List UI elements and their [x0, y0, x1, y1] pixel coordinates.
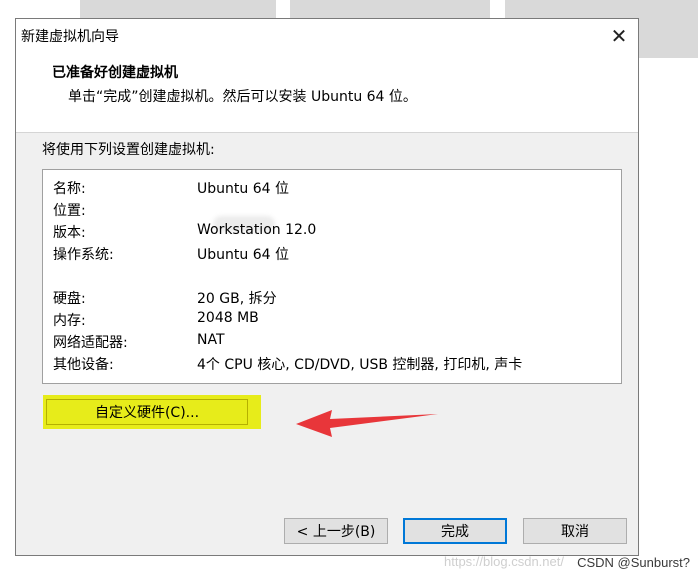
- window-title: 新建虚拟机向导: [21, 29, 119, 45]
- finish-button[interactable]: 完成: [403, 518, 507, 544]
- customize-hardware-button[interactable]: 自定义硬件(C)...: [46, 399, 248, 425]
- summary-label: 网络适配器:: [53, 335, 128, 351]
- summary-value: 20 GB, 拆分: [197, 291, 277, 307]
- background-block: [80, 0, 276, 20]
- summary-label: 位置:: [53, 203, 86, 219]
- header-subtitle: 单击“完成”创建虚拟机。然后可以安装 Ubuntu 64 位。: [68, 89, 417, 105]
- summary-value: Workstation 12.0: [197, 222, 317, 238]
- red-arrow-icon: [296, 410, 438, 437]
- summary-label: 硬盘:: [53, 291, 86, 307]
- watermark: CSDN @Sunburst?: [577, 555, 690, 570]
- summary-label: 名称:: [53, 181, 86, 197]
- intro-text: 将使用下列设置创建虚拟机:: [42, 142, 215, 158]
- background-block: [290, 0, 490, 20]
- summary-value: 2048 MB: [197, 310, 259, 326]
- summary-value: 4个 CPU 核心, CD/DVD, USB 控制器, 打印机, 声卡: [197, 357, 523, 373]
- settings-summary-box: 名称: Ubuntu 64 位 位置: 版本: Workstation 12.0…: [42, 169, 622, 384]
- header-title: 已准备好创建虚拟机: [52, 65, 178, 81]
- new-vm-wizard-dialog: 新建虚拟机向导 ✕ 已准备好创建虚拟机 单击“完成”创建虚拟机。然后可以安装 U…: [15, 18, 639, 556]
- wizard-header: 已准备好创建虚拟机 单击“完成”创建虚拟机。然后可以安装 Ubuntu 64 位…: [16, 53, 638, 133]
- summary-value: NAT: [197, 332, 225, 348]
- cancel-button[interactable]: 取消: [523, 518, 627, 544]
- summary-value: Ubuntu 64 位: [197, 247, 289, 263]
- summary-label: 其他设备:: [53, 357, 114, 373]
- background-block: [638, 20, 698, 58]
- summary-label: 操作系统:: [53, 247, 114, 263]
- summary-label: 内存:: [53, 313, 86, 329]
- summary-label: 版本:: [53, 225, 86, 241]
- back-button[interactable]: < 上一步(B): [284, 518, 388, 544]
- watermark-url: https://blog.csdn.net/: [444, 554, 564, 569]
- close-icon[interactable]: ✕: [604, 21, 634, 51]
- summary-value: Ubuntu 64 位: [197, 181, 289, 197]
- background-block: [505, 0, 698, 20]
- title-bar: 新建虚拟机向导 ✕: [16, 19, 638, 53]
